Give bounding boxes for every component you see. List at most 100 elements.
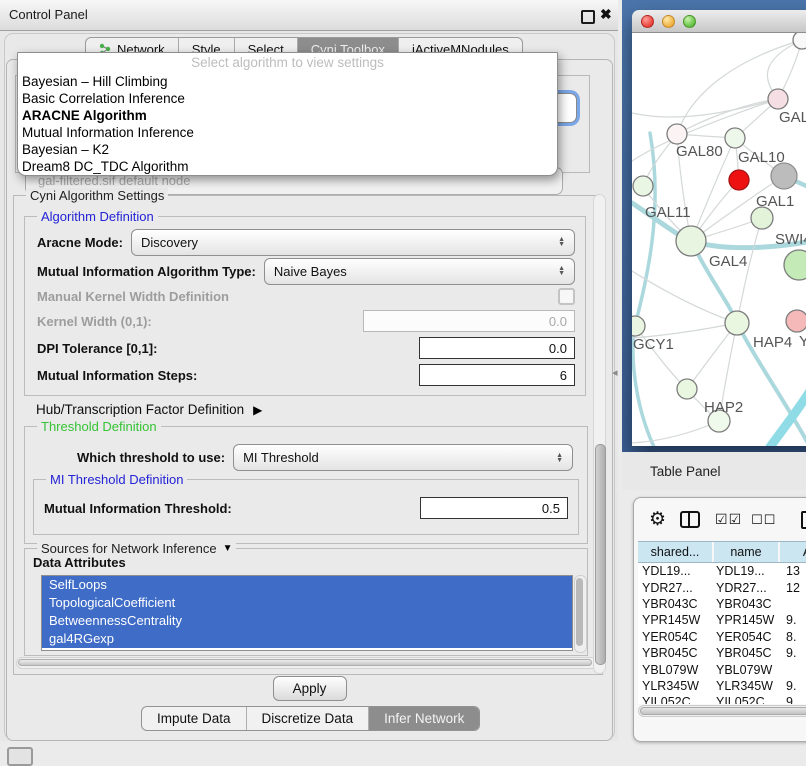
table-cell: YLR345W bbox=[712, 679, 778, 693]
network-node-label: HAP2 bbox=[704, 399, 743, 416]
combo-stepper-icon: ▲▼ bbox=[556, 453, 563, 463]
column-header-name[interactable]: name bbox=[712, 542, 778, 562]
sources-group-title[interactable]: Sources for Network Inference ▼ bbox=[37, 541, 236, 556]
attribute-item-selected[interactable]: BetweennessCentrality bbox=[42, 612, 572, 630]
apply-button[interactable]: Apply bbox=[273, 676, 347, 701]
network-node[interactable] bbox=[768, 89, 788, 109]
mi-threshold-input[interactable]: 0.5 bbox=[420, 497, 568, 519]
column-header-shared-name[interactable]: shared... bbox=[638, 542, 712, 562]
table-cell: 9. bbox=[778, 679, 806, 693]
network-node[interactable] bbox=[667, 124, 687, 144]
manual-kernel-checkbox bbox=[558, 288, 575, 305]
network-node[interactable] bbox=[751, 207, 773, 229]
network-window-titlebar bbox=[632, 10, 806, 33]
cyni-algorithm-settings-group: Cyni Algorithm Settings Algorithm Defini… bbox=[13, 195, 603, 675]
close-traffic-light-icon[interactable] bbox=[641, 15, 654, 28]
close-icon[interactable]: ✖ bbox=[600, 6, 612, 23]
table-row[interactable]: YBL079WYBL079W bbox=[638, 661, 806, 677]
settings-group-title: Cyni Algorithm Settings bbox=[26, 188, 168, 203]
network-node[interactable] bbox=[676, 226, 706, 256]
minimize-traffic-light-icon[interactable] bbox=[662, 15, 675, 28]
network-node[interactable] bbox=[725, 128, 745, 148]
attribute-item-selected[interactable]: SelfLoops bbox=[42, 576, 572, 594]
attribute-item-selected[interactable]: TopologicalCoefficient bbox=[42, 594, 572, 612]
table-cell: YBR043C bbox=[712, 597, 778, 611]
mi-type-combobox[interactable]: Naive Bayes ▲▼ bbox=[264, 258, 575, 285]
network-node[interactable] bbox=[632, 316, 645, 336]
scrollbar-thumb[interactable] bbox=[18, 659, 592, 666]
table-row[interactable]: YBR045CYBR045C9. bbox=[638, 645, 806, 661]
attribute-list-scrollbar[interactable] bbox=[574, 575, 587, 653]
gear-icon[interactable]: ⚙ bbox=[649, 510, 666, 529]
network-node[interactable] bbox=[786, 310, 806, 332]
network-node[interactable] bbox=[729, 170, 749, 190]
table-row[interactable]: YDR27...YDR27...12 bbox=[638, 579, 806, 595]
settings-horizontal-scrollbar[interactable] bbox=[16, 657, 598, 669]
tab-discretize-data[interactable]: Discretize Data bbox=[246, 707, 369, 730]
algorithm-option[interactable]: Bayesian – K2 bbox=[18, 141, 557, 158]
network-edge bbox=[632, 99, 778, 117]
expand-right-icon: ▶ bbox=[253, 403, 262, 417]
minimized-window-icon[interactable] bbox=[7, 747, 33, 766]
collapse-down-icon: ▼ bbox=[223, 543, 233, 554]
network-node-label: GAL11 bbox=[645, 204, 691, 221]
table-row[interactable]: YER054CYER054C8. bbox=[638, 629, 806, 645]
scrollbar-thumb[interactable] bbox=[576, 578, 583, 646]
zoom-traffic-light-icon[interactable] bbox=[683, 15, 696, 28]
algorithm-option[interactable]: ARACNE Algorithm bbox=[18, 107, 557, 124]
aracne-mode-combobox[interactable]: Discovery ▲▼ bbox=[131, 229, 575, 256]
table-row[interactable]: YLR345WYLR345W9. bbox=[638, 678, 806, 694]
network-graph: GALGAL80GAL10GAL1GAL11SWI4GAL4GCY1HAP4YH… bbox=[632, 33, 806, 446]
network-node-label: SWI4 bbox=[775, 231, 806, 248]
deselect-all-checkboxes-icon[interactable]: ☐☐ bbox=[751, 512, 776, 528]
attribute-item-selected[interactable]: gal4RGexp bbox=[42, 630, 572, 648]
table-cell: YDL19... bbox=[638, 564, 712, 578]
algorithm-option[interactable]: Dream8 DC_TDC Algorithm bbox=[18, 158, 557, 175]
mi-threshold-label: Mutual Information Threshold: bbox=[44, 501, 232, 516]
table-row[interactable]: YBR043CYBR043C bbox=[638, 596, 806, 612]
data-attributes-list[interactable]: SelfLoopsTopologicalCoefficientBetweenne… bbox=[41, 575, 573, 651]
split-columns-icon[interactable] bbox=[680, 511, 700, 528]
threshold-definition-group: Threshold Definition Which threshold to … bbox=[24, 426, 588, 544]
network-node-label: Y bbox=[799, 333, 806, 350]
table-horizontal-scrollbar[interactable] bbox=[638, 705, 806, 717]
hub-definition-expander[interactable]: Hub/Transcription Factor Definition ▶ bbox=[36, 402, 262, 417]
network-node-label: GAL4 bbox=[709, 253, 747, 270]
mi-type-value: Naive Bayes bbox=[274, 264, 347, 279]
tab-impute-label: Impute Data bbox=[157, 711, 231, 726]
dpi-tolerance-input[interactable]: 0.0 bbox=[419, 337, 575, 359]
algorithm-option[interactable]: Mutual Information Inference bbox=[18, 124, 557, 141]
table-row[interactable]: YPR145WYPR145W9. bbox=[638, 612, 806, 628]
window-title: Control Panel bbox=[9, 7, 88, 22]
table-row[interactable]: YDL19...YDL19...13 bbox=[638, 563, 806, 579]
mi-steps-input[interactable]: 6 bbox=[419, 364, 575, 386]
algorithm-option[interactable]: Bayesian – Hill Climbing bbox=[18, 73, 557, 90]
network-node[interactable] bbox=[725, 311, 749, 335]
select-all-checkboxes-icon[interactable]: ☑☑ bbox=[715, 511, 742, 528]
tab-impute-data[interactable]: Impute Data bbox=[142, 707, 246, 730]
network-node[interactable] bbox=[784, 250, 806, 280]
network-node[interactable] bbox=[677, 379, 697, 399]
table-cell: YBL079W bbox=[638, 663, 712, 677]
network-node[interactable] bbox=[633, 176, 653, 196]
kernel-width-input: 0.0 bbox=[363, 310, 575, 332]
scrollbar-thumb[interactable] bbox=[640, 707, 806, 715]
network-canvas[interactable]: GALGAL80GAL10GAL1GAL11SWI4GAL4GCY1HAP4YH… bbox=[632, 33, 806, 446]
column-header-partial[interactable]: A bbox=[778, 542, 806, 562]
settings-vertical-scrollbar[interactable] bbox=[593, 194, 606, 674]
network-node[interactable] bbox=[771, 163, 797, 189]
table-row[interactable]: YIL052CYIL052C9 bbox=[638, 694, 806, 704]
new-column-icon[interactable] bbox=[801, 511, 806, 529]
network-node[interactable] bbox=[793, 33, 806, 49]
scrollbar-thumb[interactable] bbox=[595, 444, 606, 666]
sources-title-text: Sources for Network Inference bbox=[41, 541, 217, 556]
dpi-tolerance-label: DPI Tolerance [0,1]: bbox=[37, 341, 157, 356]
mi-threshold-group-title: MI Threshold Definition bbox=[46, 472, 187, 487]
threshold-definition-title: Threshold Definition bbox=[37, 419, 161, 434]
table-cell: 13 bbox=[778, 564, 806, 578]
algorithm-option[interactable]: Basic Correlation Inference bbox=[18, 90, 557, 107]
float-window-icon[interactable] bbox=[581, 10, 595, 24]
panel-divider-handle[interactable]: ◂ bbox=[612, 366, 618, 379]
tab-infer-network[interactable]: Infer Network bbox=[368, 707, 479, 730]
which-threshold-combobox[interactable]: MI Threshold ▲▼ bbox=[233, 444, 573, 471]
